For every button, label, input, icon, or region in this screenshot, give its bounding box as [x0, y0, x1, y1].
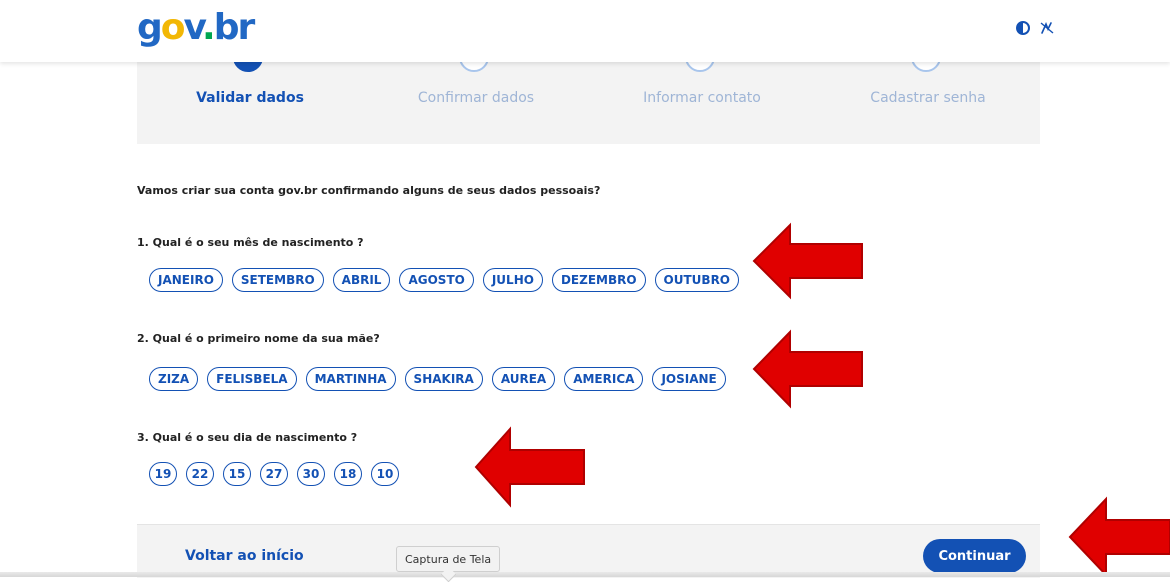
- option-pill[interactable]: JULHO: [482, 268, 543, 292]
- option-pill[interactable]: 22: [186, 462, 214, 486]
- option-pill[interactable]: MARTINHA: [305, 367, 396, 391]
- option-pill[interactable]: 10: [371, 462, 399, 486]
- annotation-arrow-icon: [752, 222, 863, 300]
- mother-name-options: ZIZA FELISBELA MARTINHA SHAKIRA AUREA AM…: [149, 367, 726, 391]
- question-birth-day: 3. Qual é o seu dia de nascimento ?: [137, 431, 358, 444]
- step-label: Validar dados: [196, 90, 304, 106]
- progress-stepper: Validar dados Confirmar dados Informar c…: [137, 42, 1040, 144]
- option-pill[interactable]: OUTUBRO: [654, 268, 740, 292]
- option-pill[interactable]: JOSIANE: [652, 367, 726, 391]
- option-pill[interactable]: FELISBELA: [207, 367, 297, 391]
- option-pill[interactable]: 30: [297, 462, 325, 486]
- question-birth-month: 1. Qual é o seu mês de nascimento ?: [137, 236, 364, 249]
- header-icons: [1015, 20, 1055, 36]
- govbr-logo[interactable]: gov.br: [137, 6, 255, 50]
- day-options: 19 22 15 27 30 18 10: [149, 462, 399, 486]
- step-label: Confirmar dados: [417, 90, 535, 106]
- annotation-arrow-icon: [1068, 496, 1170, 577]
- annotation-arrow-icon: [752, 329, 863, 409]
- bottom-edge: [0, 572, 1170, 577]
- libras-accessibility-icon[interactable]: [1039, 20, 1055, 36]
- form-footer: Voltar ao início Continuar: [137, 524, 1040, 578]
- option-pill[interactable]: 19: [149, 462, 177, 486]
- step-label: Cadastrar senha: [870, 90, 986, 106]
- annotation-arrow-icon: [474, 426, 585, 508]
- option-pill[interactable]: 27: [260, 462, 288, 486]
- option-pill[interactable]: 15: [223, 462, 251, 486]
- form-intro: Vamos criar sua conta gov.br confirmando…: [137, 184, 601, 197]
- option-pill[interactable]: ZIZA: [149, 367, 199, 391]
- continue-button[interactable]: Continuar: [923, 539, 1026, 573]
- option-pill[interactable]: AGOSTO: [399, 268, 474, 292]
- option-pill[interactable]: 18: [334, 462, 362, 486]
- contrast-icon[interactable]: [1015, 20, 1031, 36]
- header-bar: gov.br: [0, 0, 1170, 62]
- step-label: Informar contato: [643, 90, 761, 106]
- month-options: JANEIRO SETEMBRO ABRIL AGOSTO JULHO DEZE…: [149, 268, 740, 292]
- back-to-start-link[interactable]: Voltar ao início: [185, 548, 304, 564]
- option-pill[interactable]: SETEMBRO: [231, 268, 324, 292]
- option-pill[interactable]: DEZEMBRO: [551, 268, 646, 292]
- option-pill[interactable]: SHAKIRA: [404, 367, 483, 391]
- option-pill[interactable]: AUREA: [491, 367, 556, 391]
- option-pill[interactable]: AMERICA: [564, 367, 644, 391]
- option-pill[interactable]: JANEIRO: [149, 268, 223, 292]
- question-mother-name: 2. Qual é o primeiro nome da sua mãe?: [137, 332, 380, 345]
- option-pill[interactable]: ABRIL: [332, 268, 391, 292]
